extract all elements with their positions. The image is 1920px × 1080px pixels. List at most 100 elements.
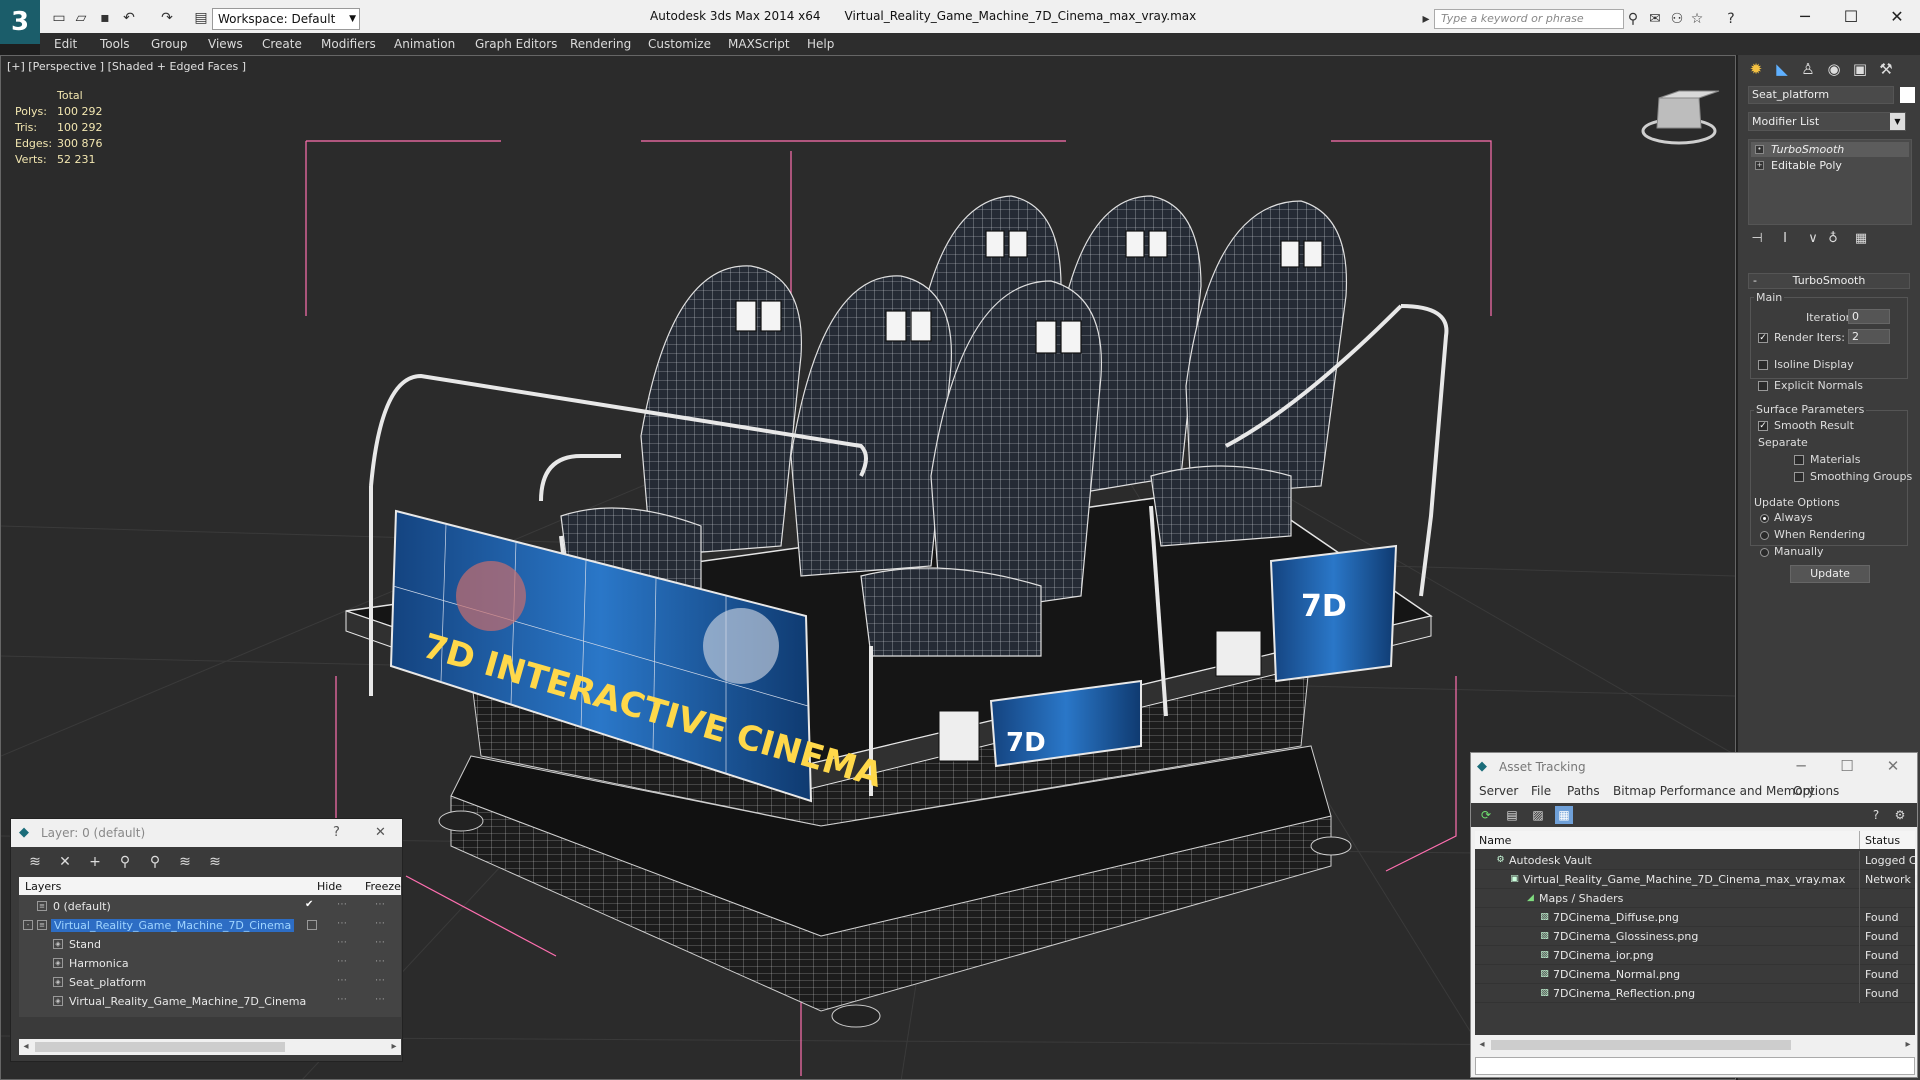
- open-file-icon[interactable]: ▱: [72, 10, 90, 26]
- layer-row-cinema[interactable]: - ≡ Virtual_Reality_Game_Machine_7D_Cine…: [19, 916, 401, 935]
- asset-row-ior[interactable]: ▧ 7DCinema_ior.png Found: [1475, 946, 1915, 965]
- help-icon[interactable]: ?: [333, 825, 340, 840]
- menu-maxscript[interactable]: MAXScript: [728, 37, 790, 51]
- utilities-tab-icon[interactable]: ⚒: [1874, 58, 1898, 80]
- freeze-all-icon[interactable]: ≋: [205, 853, 225, 871]
- configure-sets-icon[interactable]: ▦: [1852, 231, 1870, 247]
- favorites-star-icon[interactable]: ☆: [1688, 10, 1706, 28]
- show-end-result-icon[interactable]: Ⅰ: [1776, 231, 1794, 247]
- refresh-icon[interactable]: ⟳: [1477, 806, 1495, 824]
- layer-manager-icon[interactable]: ≋: [25, 853, 45, 871]
- hide-toggle[interactable]: ⋯: [337, 918, 347, 929]
- minimize-button[interactable]: ─: [1787, 757, 1815, 775]
- menu-bitmap-performance[interactable]: Bitmap Performance and Memory: [1613, 784, 1815, 798]
- layer-horizontal-scrollbar[interactable]: ◂ ▸: [19, 1039, 401, 1055]
- remove-modifier-icon[interactable]: ♁: [1824, 231, 1842, 247]
- menu-rendering[interactable]: Rendering: [570, 37, 631, 51]
- menu-customize[interactable]: Customize: [648, 37, 711, 51]
- scroll-left-icon[interactable]: ◂: [19, 1039, 33, 1055]
- layer-row-cinema-object[interactable]: ◈ Virtual_Reality_Game_Machine_7D_Cinema…: [19, 992, 401, 1011]
- maximize-button[interactable]: ☐: [1833, 757, 1861, 775]
- menu-views[interactable]: Views: [208, 37, 243, 51]
- asset-row-reflection[interactable]: ▧ 7DCinema_Reflection.png Found: [1475, 984, 1915, 1003]
- explicit-normals-checkbox[interactable]: [1758, 381, 1768, 391]
- minimize-button[interactable]: ─: [1790, 4, 1820, 30]
- update-always-radio[interactable]: [1760, 514, 1769, 523]
- update-button[interactable]: Update: [1790, 565, 1870, 583]
- render-iters-checkbox[interactable]: ✓: [1758, 333, 1768, 343]
- highlight-layer-icon[interactable]: ⚲: [145, 853, 165, 871]
- motion-tab-icon[interactable]: ◉: [1822, 58, 1846, 80]
- create-tab-icon[interactable]: ✹: [1744, 58, 1768, 80]
- menu-options[interactable]: Options: [1793, 784, 1839, 798]
- workspace-dropdown[interactable]: Workspace: Default ▼: [212, 8, 360, 30]
- expand-plus-icon[interactable]: +: [1755, 161, 1764, 170]
- scrollbar-thumb[interactable]: [1491, 1040, 1791, 1050]
- select-objects-icon[interactable]: ⚲: [115, 853, 135, 871]
- hierarchy-tab-icon[interactable]: ♙: [1796, 58, 1820, 80]
- stack-item-editable-poly[interactable]: + Editable Poly: [1751, 158, 1909, 173]
- hide-toggle[interactable]: ⋯: [337, 899, 347, 910]
- object-color-swatch[interactable]: [1900, 87, 1915, 103]
- scroll-left-icon[interactable]: ◂: [1475, 1037, 1489, 1053]
- menu-file[interactable]: File: [1531, 784, 1551, 798]
- menu-graph-editors[interactable]: Graph Editors: [475, 37, 557, 51]
- freeze-toggle[interactable]: ⋯: [375, 918, 385, 929]
- expand-arrow-icon[interactable]: ▸: [1420, 10, 1432, 28]
- asset-row-normal[interactable]: ▧ 7DCinema_Normal.png Found: [1475, 965, 1915, 984]
- object-name-field[interactable]: Seat_platform: [1748, 86, 1894, 104]
- menu-help[interactable]: Help: [807, 37, 834, 51]
- col-hide[interactable]: Hide: [317, 880, 342, 893]
- iterations-spinner[interactable]: 0: [1848, 309, 1890, 324]
- col-freeze[interactable]: Freeze: [365, 880, 401, 893]
- asset-row-maps-shaders[interactable]: ◢ Maps / Shaders: [1475, 889, 1915, 908]
- hide-all-icon[interactable]: ≋: [175, 853, 195, 871]
- asset-row-vault[interactable]: ⚙ Autodesk Vault Logged C: [1475, 851, 1917, 870]
- thumbnail-view-icon[interactable]: ▨: [1529, 806, 1547, 824]
- col-name[interactable]: Name: [1479, 834, 1511, 847]
- viewport-label[interactable]: [+] [Perspective ] [Shaded + Edged Faces…: [7, 60, 246, 73]
- freeze-toggle[interactable]: ⋯: [375, 994, 385, 1005]
- binoculars-icon[interactable]: ⚲: [1624, 10, 1642, 28]
- menu-create[interactable]: Create: [262, 37, 302, 51]
- hide-toggle[interactable]: ⋯: [337, 956, 347, 967]
- modify-tab-icon[interactable]: ◣: [1770, 58, 1794, 80]
- delete-layer-icon[interactable]: ✕: [55, 853, 75, 871]
- subscription-icon[interactable]: ⚇: [1668, 10, 1686, 28]
- modifier-list-dropdown[interactable]: Modifier List ▼: [1748, 112, 1906, 131]
- hide-toggle[interactable]: ⋯: [337, 975, 347, 986]
- menu-group[interactable]: Group: [151, 37, 188, 51]
- menu-modifiers[interactable]: Modifiers: [321, 37, 376, 51]
- pin-stack-icon[interactable]: ⊣: [1748, 231, 1766, 247]
- settings-icon[interactable]: ⚙: [1891, 806, 1909, 824]
- viewcube-icon[interactable]: [1641, 90, 1720, 145]
- smooth-result-checkbox[interactable]: ✓: [1758, 421, 1768, 431]
- asset-path-field[interactable]: [1475, 1057, 1915, 1075]
- scroll-right-icon[interactable]: ▸: [387, 1039, 401, 1055]
- set-current-checkbox[interactable]: [307, 920, 317, 930]
- project-folder-icon[interactable]: ▤: [192, 10, 210, 26]
- search-input[interactable]: Type a keyword or phrase: [1434, 9, 1624, 29]
- asset-row-glossiness[interactable]: ▧ 7DCinema_Glossiness.png Found: [1475, 927, 1915, 946]
- layer-row-seat-platform[interactable]: ◈ Seat_platform ⋯ ⋯: [19, 973, 401, 992]
- column-separator[interactable]: [1859, 831, 1860, 849]
- materials-checkbox[interactable]: [1794, 455, 1804, 465]
- close-icon[interactable]: ✕: [375, 825, 386, 840]
- scrollbar-thumb[interactable]: [35, 1042, 285, 1052]
- asset-tracking-titlebar[interactable]: ◆ Asset Tracking ─ ☐ ✕: [1471, 753, 1917, 781]
- col-status[interactable]: Status: [1865, 834, 1900, 847]
- make-unique-icon[interactable]: ∨: [1804, 231, 1822, 247]
- lightbulb-icon[interactable]: •: [1755, 145, 1764, 154]
- communication-icon[interactable]: ✉: [1646, 10, 1664, 28]
- menu-edit[interactable]: Edit: [54, 37, 77, 51]
- list-view-icon[interactable]: ▤: [1503, 806, 1521, 824]
- maximize-button[interactable]: ☐: [1836, 4, 1866, 30]
- redo-icon[interactable]: ↷: [158, 10, 176, 26]
- freeze-toggle[interactable]: ⋯: [375, 899, 385, 910]
- menu-paths[interactable]: Paths: [1567, 784, 1600, 798]
- freeze-toggle[interactable]: ⋯: [375, 975, 385, 986]
- save-file-icon[interactable]: ▪: [96, 10, 114, 26]
- layer-dialog-titlebar[interactable]: ◆ Layer: 0 (default) ? ✕: [11, 819, 402, 847]
- collapse-icon[interactable]: -: [23, 920, 33, 930]
- menu-server[interactable]: Server: [1479, 784, 1518, 798]
